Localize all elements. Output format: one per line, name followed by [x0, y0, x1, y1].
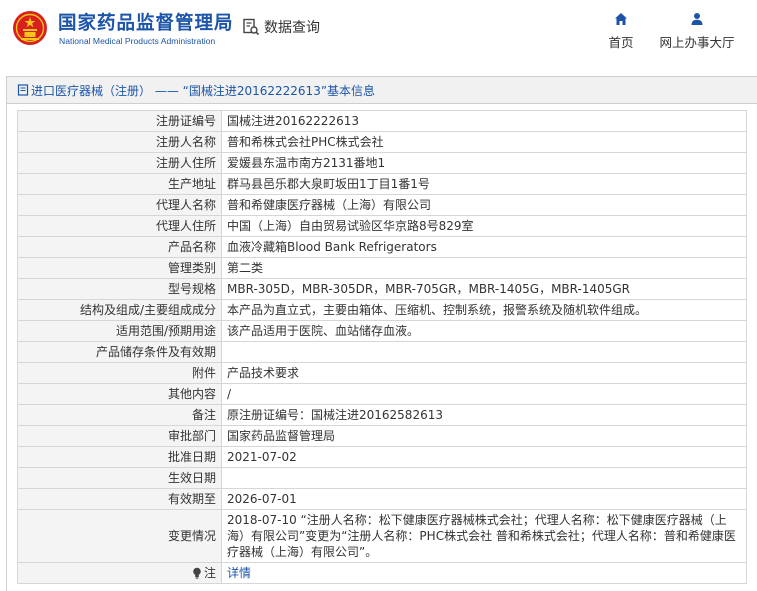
field-label: 结构及组成/主要组成成分 [17, 299, 222, 321]
field-label: 代理人名称 [17, 194, 222, 216]
table-row: 注册证编号 国械注进20162222613 [17, 110, 747, 132]
national-emblem-icon [13, 11, 47, 45]
field-value: 2021-07-02 [221, 446, 747, 468]
table-row: 注 详情 [17, 562, 747, 584]
table-row: 代理人名称 普和希健康医疗器械（上海）有限公司 [17, 194, 747, 216]
table-row: 备注 原注册证编号：国械注进20162582613 [17, 404, 747, 426]
data-query-link[interactable]: 数据查询 [242, 17, 320, 37]
table-row: 批准日期 2021-07-02 [17, 446, 747, 468]
user-icon [691, 13, 703, 25]
nav-home-label: 首页 [608, 35, 634, 50]
field-label: 其他内容 [17, 383, 222, 405]
field-label: 备注 [17, 404, 222, 426]
brand-name-en: National Medical Products Administration [59, 36, 216, 46]
field-value: 产品技术要求 [221, 362, 747, 384]
field-value: 第二类 [221, 257, 747, 279]
field-label: 有效期至 [17, 488, 222, 510]
site-header: 国家药品监督管理局 National Medical Products Admi… [0, 0, 757, 70]
field-value: 普和希健康医疗器械（上海）有限公司 [221, 194, 747, 216]
table-row: 附件 产品技术要求 [17, 362, 747, 384]
device-info-table: 注册证编号 国械注进20162222613 注册人名称 普和希株式会社PHC株式会社… [17, 110, 747, 584]
field-value: 群马县邑乐郡大泉町坂田1丁目1番1号 [221, 173, 747, 195]
table-row: 变更情况 2018-07-10 “注册人名称：松下健康医疗器械株式会社；代理人名称… [17, 509, 747, 563]
field-value: 该产品适用于医院、血站储存血液。 [221, 320, 747, 342]
field-value: / [221, 383, 747, 405]
field-value: 原注册证编号：国械注进20162582613 [221, 404, 747, 426]
field-value: 2018-07-10 “注册人名称：松下健康医疗器械株式会社；代理人名称：松下健… [221, 509, 747, 563]
table-row: 注册人名称 普和希株式会社PHC株式会社 [17, 131, 747, 153]
table-row: 型号规格 MBR-305D，MBR-305DR，MBR-705GR，MBR-140… [17, 278, 747, 300]
field-value: 国械注进20162222613 [221, 110, 747, 132]
field-value: 本产品为直立式，主要由箱体、压缩机、控制系统，报警系统及随机软件组成。 [221, 299, 747, 321]
field-value [221, 341, 747, 363]
field-value: 血液冷藏箱Blood Bank Refrigerators [221, 236, 747, 258]
table-row: 生效日期 [17, 467, 747, 489]
table-row: 生产地址 群马县邑乐郡大泉町坂田1丁目1番1号 [17, 173, 747, 195]
nav-online-office-label: 网上办事大厅 [659, 35, 735, 50]
field-value: 普和希株式会社PHC株式会社 [221, 131, 747, 153]
field-label: 批准日期 [17, 446, 222, 468]
table-row: 适用范围/预期用途 该产品适用于医院、血站储存血液。 [17, 320, 747, 342]
details-link[interactable]: 详情 [227, 566, 251, 580]
field-label: 产品名称 [17, 236, 222, 258]
field-label: 产品储存条件及有效期 [17, 341, 222, 363]
field-label: 变更情况 [17, 509, 222, 563]
field-label: 生效日期 [17, 467, 222, 489]
field-value: 国家药品监督管理局 [221, 425, 747, 447]
table-row: 有效期至 2026-07-01 [17, 488, 747, 510]
table-row: 其他内容 / [17, 383, 747, 405]
document-search-icon [243, 18, 260, 36]
device-info-panel: 进口医疗器械（注册） —— “国械注进20162222613”基本信息 注册证编… [6, 76, 757, 591]
table-row: 代理人住所 中国（上海）自由贸易试验区华京路8号829室 [17, 215, 747, 237]
field-label: 注册人住所 [17, 152, 222, 174]
field-label: 附件 [17, 362, 222, 384]
table-row: 产品储存条件及有效期 [17, 341, 747, 363]
nav-online-office[interactable]: 网上办事大厅 [654, 12, 740, 51]
table-row: 注册人住所 爱媛县东温市南方2131番地1 [17, 152, 747, 174]
field-label: 管理类别 [17, 257, 222, 279]
field-label: 代理人住所 [17, 215, 222, 237]
field-label: 适用范围/预期用途 [17, 320, 222, 342]
panel-title: 进口医疗器械（注册） —— “国械注进20162222613”基本信息 [7, 77, 757, 104]
document-icon [17, 84, 29, 96]
field-label: 注册人名称 [17, 131, 222, 153]
note-label: 注 [203, 566, 216, 580]
nav-home[interactable]: 首页 [604, 12, 638, 51]
lightbulb-icon [193, 567, 201, 579]
data-query-label: 数据查询 [264, 20, 320, 36]
field-value: MBR-305D，MBR-305DR，MBR-705GR，MBR-1405G，M… [221, 278, 747, 300]
field-value [221, 467, 747, 489]
brand-name-cn: 国家药品监督管理局 [58, 13, 234, 34]
table-row: 管理类别 第二类 [17, 257, 747, 279]
table-row: 产品名称 血液冷藏箱Blood Bank Refrigerators [17, 236, 747, 258]
field-value: 中国（上海）自由贸易试验区华京路8号829室 [221, 215, 747, 237]
table-row: 审批部门 国家药品监督管理局 [17, 425, 747, 447]
field-value: 爱媛县东温市南方2131番地1 [221, 152, 747, 174]
home-icon [615, 13, 627, 25]
field-value: 2026-07-01 [221, 488, 747, 510]
panel-title-text: 进口医疗器械（注册） —— “国械注进20162222613”基本信息 [31, 83, 376, 98]
table-row: 结构及组成/主要组成成分 本产品为直立式，主要由箱体、压缩机、控制系统，报警系统及… [17, 299, 747, 321]
field-label: 审批部门 [17, 425, 222, 447]
field-label: 注册证编号 [17, 110, 222, 132]
field-label-note: 注 [17, 562, 222, 584]
field-value: 详情 [221, 562, 747, 584]
field-label: 生产地址 [17, 173, 222, 195]
field-label: 型号规格 [17, 278, 222, 300]
